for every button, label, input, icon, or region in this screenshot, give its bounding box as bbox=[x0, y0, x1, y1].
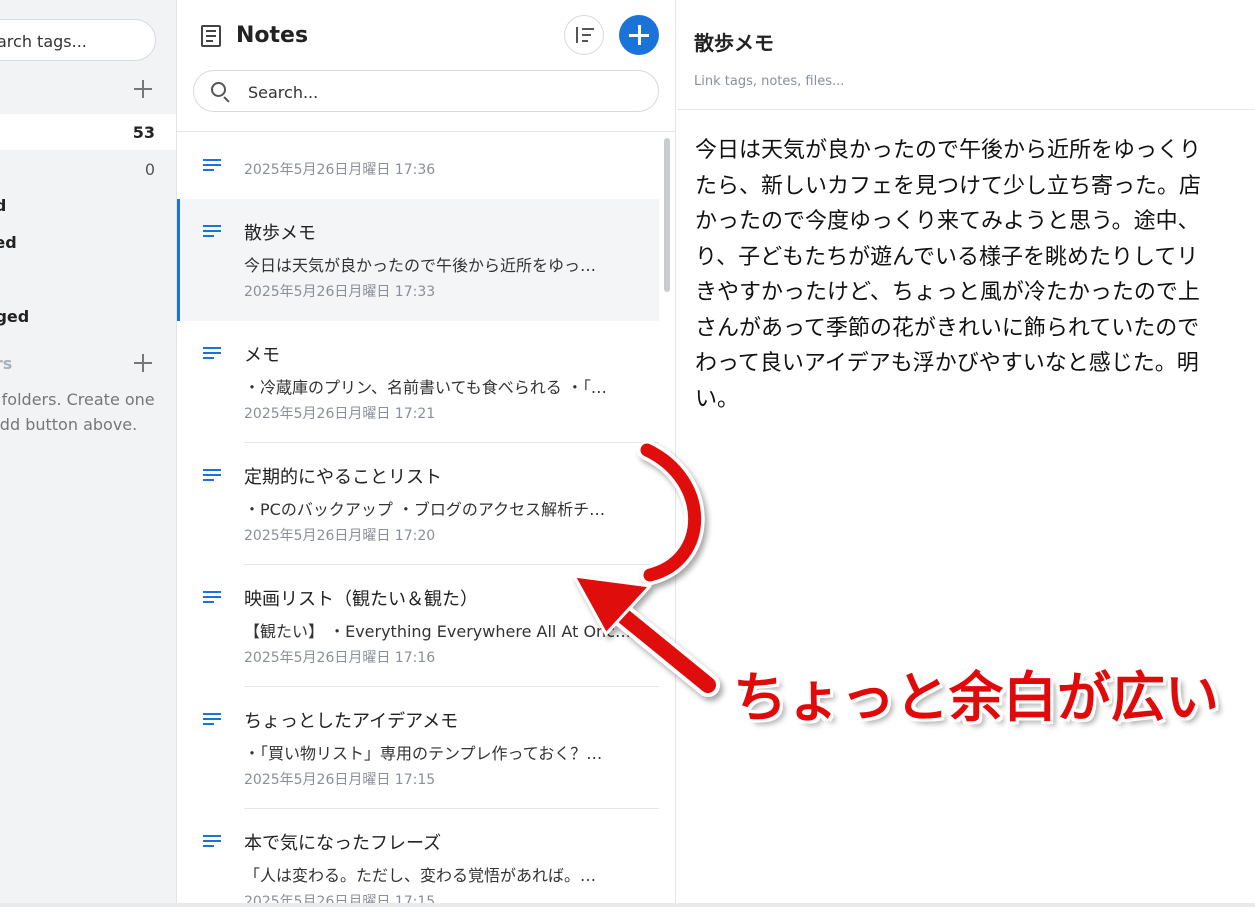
window-bottom-edge bbox=[0, 903, 1255, 907]
note-title: メモ bbox=[244, 345, 280, 366]
list-item-selected[interactable]: 散歩メモ 今日は天気が良かったので午後から近所をゆっ… 2025年5月26日月曜… bbox=[177, 199, 659, 321]
notes-document-icon bbox=[201, 25, 221, 47]
note-title: 散歩メモ bbox=[244, 223, 316, 244]
search-icon bbox=[211, 82, 226, 97]
add-folder-plus-icon[interactable] bbox=[132, 352, 154, 374]
sidebar-item-label: ed bbox=[0, 196, 6, 215]
sidebar-item-label: gged bbox=[0, 307, 30, 326]
note-lines-icon bbox=[203, 713, 221, 728]
body-line: たら、新しいカフェを見つけて少し立ち寄った。店 bbox=[695, 173, 1202, 199]
notes-scrollbar[interactable] bbox=[664, 138, 670, 292]
note-date: 2025年5月26日月曜日 17:36 bbox=[244, 162, 436, 178]
note-lines-icon bbox=[203, 591, 221, 606]
note-date: 2025年5月26日月曜日 17:15 bbox=[244, 772, 436, 788]
note-date: 2025年5月26日月曜日 17:20 bbox=[244, 528, 436, 544]
note-date: 2025年5月26日月曜日 17:21 bbox=[244, 406, 436, 422]
annotation-callout-text: ちょっと余白が広い bbox=[733, 666, 1219, 729]
note-title: ちょっとしたアイデアメモ bbox=[244, 711, 459, 732]
link-tags-input[interactable] bbox=[694, 72, 994, 90]
body-line: わって良いアイデアも浮かびやすいなと感じた。明 bbox=[695, 351, 1199, 376]
tag-search-placeholder: arch tags... bbox=[0, 32, 87, 51]
note-lines-icon bbox=[203, 835, 221, 850]
note-preview: ・冷蔵庫のプリン、名前書いても食べられる ・「… bbox=[244, 378, 607, 397]
note-preview: ・「買い物リスト」専用のテンプレ作っておく？… bbox=[244, 744, 603, 763]
body-line: 今日は天気が良かったので午後から近所をゆっくり bbox=[695, 138, 1202, 163]
sidebar-item-count: 0 bbox=[144, 160, 155, 179]
tag-search-input[interactable]: arch tags... bbox=[0, 19, 156, 61]
note-title: 定期的にやることリスト bbox=[244, 467, 442, 488]
note-preview: 今日は天気が良かったので午後から近所をゆっ… bbox=[244, 256, 597, 275]
notes-header: Notes bbox=[177, 0, 675, 132]
sidebar-item-second[interactable]: 0 bbox=[0, 151, 176, 187]
sort-arrow-icon bbox=[576, 27, 578, 43]
body-line: い。 bbox=[695, 386, 740, 412]
notes-panel: Notes 2025年5月26日月曜日 17:36 散歩メモ 今日は天気が良かっ… bbox=[177, 0, 676, 907]
sidebar-item-all-notes[interactable]: s 53 bbox=[0, 114, 176, 150]
page-title: Notes bbox=[236, 23, 309, 48]
note-date: 2025年5月26日月曜日 17:16 bbox=[244, 650, 436, 666]
body-line: さんがあって季節の花がきれいに飾られていたので bbox=[695, 315, 1200, 341]
sort-button[interactable] bbox=[564, 15, 604, 55]
add-tag-plus-icon[interactable] bbox=[132, 78, 154, 100]
sidebar-item-archived[interactable]: ved bbox=[0, 224, 176, 260]
note-title-field[interactable]: 散歩メモ bbox=[694, 27, 774, 56]
folders-heading: ers bbox=[0, 354, 13, 373]
notes-list: 2025年5月26日月曜日 17:36 散歩メモ 今日は天気が良かったので午後か… bbox=[177, 133, 675, 907]
note-preview: 【観たい】 ・Everything Everywhere All At Once… bbox=[244, 622, 637, 641]
editor-divider bbox=[677, 109, 1255, 110]
sidebar-item-pinned[interactable]: ed bbox=[0, 187, 176, 223]
note-lines-icon bbox=[203, 347, 221, 362]
note-lines-icon bbox=[203, 159, 221, 174]
list-item[interactable]: 本で気になったフレーズ 「人は変わる。ただし、変わる覚悟があれば。… 2025年… bbox=[177, 809, 659, 907]
note-lines-icon bbox=[203, 469, 221, 484]
note-title: 本で気になったフレーズ bbox=[244, 833, 442, 854]
sidebar-item-count: 53 bbox=[132, 123, 155, 142]
body-line: り、子どもたちが遊んでいる様子を眺めたりしてリ bbox=[695, 244, 1199, 270]
body-line: かったので今度ゆっくり来てみようと思う。途中、 bbox=[695, 209, 1200, 234]
note-body-text[interactable]: 今日は天気が良かったので午後から近所をゆっくり たら、新しいカフェを見つけて少し… bbox=[695, 133, 1255, 417]
note-preview: ・PCのバックアップ ・ブログのアクセス解析チ… bbox=[244, 500, 606, 519]
search-input[interactable] bbox=[248, 80, 638, 104]
note-date: 2025年5月26日月曜日 17:33 bbox=[244, 284, 436, 300]
sidebar-item-fifth[interactable] bbox=[0, 261, 176, 297]
tags-sidebar: arch tags... s 53 0 ed ved gged ers r fo… bbox=[0, 0, 177, 907]
note-lines-icon bbox=[203, 225, 221, 240]
sidebar-item-untagged[interactable]: gged bbox=[0, 298, 176, 334]
add-note-button[interactable] bbox=[619, 15, 659, 55]
note-editor: 散歩メモ 今日は天気が良かったので午後から近所をゆっくり たら、新しいカフェを見… bbox=[677, 0, 1255, 907]
sidebar-item-label: ved bbox=[0, 233, 17, 252]
note-preview: 「人は変わる。ただし、変わる覚悟があれば。… bbox=[244, 866, 597, 885]
list-item[interactable]: メモ ・冷蔵庫のプリン、名前書いても食べられる ・「… 2025年5月26日月曜… bbox=[177, 321, 659, 443]
folders-empty-hint: r folders. Create one add button above. bbox=[0, 390, 155, 434]
list-item[interactable]: 映画リスト（観たい＆観た） 【観たい】 ・Everything Everywhe… bbox=[177, 565, 659, 687]
body-line: きやすかったけど、ちょっと風が冷たかったので上 bbox=[695, 280, 1200, 305]
list-item[interactable]: 定期的にやることリスト ・PCのバックアップ ・ブログのアクセス解析チ… 202… bbox=[177, 443, 659, 565]
note-title: 映画リスト（観たい＆観た） bbox=[244, 589, 478, 610]
notes-search-box[interactable] bbox=[193, 70, 659, 112]
list-item[interactable]: ちょっとしたアイデアメモ ・「買い物リスト」専用のテンプレ作っておく？… 202… bbox=[177, 687, 659, 809]
